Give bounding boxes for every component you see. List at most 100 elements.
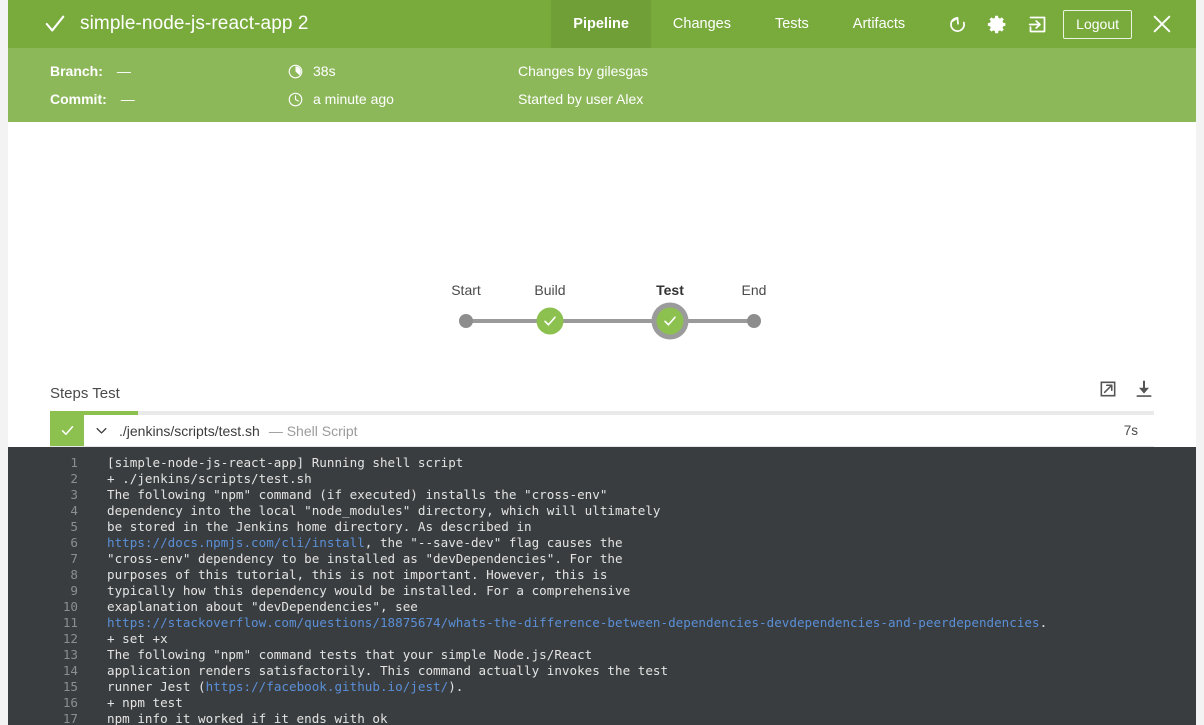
header-left: simple-node-js-react-app 2 xyxy=(8,0,551,48)
stage-node-start[interactable] xyxy=(459,314,473,328)
check-icon xyxy=(663,314,678,329)
tab-pipeline[interactable]: Pipeline xyxy=(551,0,651,48)
stage-node-test[interactable] xyxy=(657,308,684,335)
console-log-line: 2+ ./jenkins/scripts/test.sh xyxy=(8,471,1196,487)
console-log-text: + npm test xyxy=(107,695,183,710)
console-line-number: 5 xyxy=(8,519,78,535)
console-log-line: 5be stored in the Jenkins home directory… xyxy=(8,519,1196,535)
step-duration: 7s xyxy=(1124,415,1154,446)
console-line-text: application renders satisfactorily. This… xyxy=(78,663,1196,679)
step-name: ./jenkins/scripts/test.sh xyxy=(119,423,260,439)
console-line-number: 13 xyxy=(8,647,78,663)
console-log-text: runner Jest ( xyxy=(107,679,206,694)
meta-column-source: Branch: — Commit: — xyxy=(50,62,288,108)
console-log-text: , the "--save-dev" flag causes the xyxy=(365,535,623,550)
step-main[interactable]: ./jenkins/scripts/test.sh — Shell Script xyxy=(84,415,1124,446)
console-log-text: The following "npm" command (if executed… xyxy=(107,487,607,502)
duration-row: 38s xyxy=(288,62,518,80)
stage-label-end: End xyxy=(742,282,767,298)
console-line-number: 6 xyxy=(8,535,78,551)
console-log-text: . xyxy=(1040,615,1048,630)
commit-row: Commit: — xyxy=(50,90,288,108)
tab-changes[interactable]: Changes xyxy=(651,0,753,48)
console-log-line: 9typically how this dependency would be … xyxy=(8,583,1196,599)
console-log-line: 3 The following "npm" command (if execute… xyxy=(8,487,1196,503)
console-log[interactable]: 1 [simple-node-js-react-app] Running shel… xyxy=(8,447,1196,725)
check-icon xyxy=(543,314,558,329)
changes-by-row: Changes by gilesgas xyxy=(518,62,648,80)
logout-arrow-icon xyxy=(1027,14,1048,35)
replay-button[interactable] xyxy=(937,0,977,48)
console-log-line: 10exaplanation about "devDependencies", … xyxy=(8,599,1196,615)
steps-title: Steps Test xyxy=(50,385,120,402)
console-log-link[interactable]: https://stackoverflow.com/questions/1887… xyxy=(107,615,1040,630)
console-log-line: 17npm info it worked if it ends with ok xyxy=(8,711,1196,725)
run-metadata-bar: Branch: — Commit: — 38s a m xyxy=(8,48,1196,122)
console-line-text: The following "npm" command (if executed… xyxy=(78,487,1196,503)
logout-arrow-button[interactable] xyxy=(1017,0,1057,48)
console-log-line: 16 + npm test xyxy=(8,695,1196,711)
clock-icon xyxy=(288,92,303,107)
console-log-line: 11 https://stackoverflow.com/questions/18… xyxy=(8,615,1196,631)
console-log-line: 15 runner Jest (https://facebook.github.i… xyxy=(8,679,1196,695)
console-line-number: 16 xyxy=(8,695,78,711)
tab-artifacts[interactable]: Artifacts xyxy=(831,0,927,48)
page-title: simple-node-js-react-app 2 xyxy=(80,13,309,35)
console-log-line: 1 [simple-node-js-react-app] Running shel… xyxy=(8,455,1196,471)
console-log-text: + ./jenkins/scripts/test.sh xyxy=(107,471,312,486)
console-line-text: + set +x xyxy=(78,631,1196,647)
branch-value: — xyxy=(117,63,131,79)
tab-pipeline-label: Pipeline xyxy=(573,16,629,32)
console-line-number: 4 xyxy=(8,503,78,519)
console-line-number: 12 xyxy=(8,631,78,647)
stage-label-start: Start xyxy=(451,282,481,298)
open-external-icon[interactable] xyxy=(1098,379,1118,399)
console-line-text: [simple-node-js-react-app] Running shell… xyxy=(78,455,1196,471)
logout-button[interactable]: Logout xyxy=(1063,10,1132,39)
meta-column-timing: 38s a minute ago xyxy=(288,62,518,108)
stage-node-build[interactable] xyxy=(537,308,564,335)
console-line-number: 1 xyxy=(8,455,78,471)
settings-button[interactable] xyxy=(977,0,1017,48)
console-line-text: + ./jenkins/scripts/test.sh xyxy=(78,471,1196,487)
stage-node-end[interactable] xyxy=(747,314,761,328)
steps-section: Steps Test xyxy=(8,362,1196,447)
console-line-number: 8 xyxy=(8,567,78,583)
console-line-text: be stored in the Jenkins home directory.… xyxy=(78,519,1196,535)
steps-actions xyxy=(1098,379,1154,402)
console-line-text: typically how this dependency would be i… xyxy=(78,583,1196,599)
gear-icon xyxy=(987,14,1008,35)
console-log-text: [simple-node-js-react-app] Running shell… xyxy=(107,455,463,470)
console-line-number: 15 xyxy=(8,679,78,695)
chevron-down-icon[interactable] xyxy=(95,424,108,437)
console-log-link[interactable]: https://docs.npmjs.com/cli/install xyxy=(107,535,365,550)
stage-label-build: Build xyxy=(534,282,565,298)
console-log-text: dependency into the local "node_modules"… xyxy=(107,503,661,518)
tab-artifacts-label: Artifacts xyxy=(853,16,905,32)
console-log-link[interactable]: https://facebook.github.io/jest/ xyxy=(206,679,449,694)
pipeline-graph: Start Build Test End xyxy=(448,282,778,342)
console-line-number: 3 xyxy=(8,487,78,503)
console-log-line: 14application renders satisfactorily. Th… xyxy=(8,663,1196,679)
commit-value: — xyxy=(121,91,135,107)
console-log-text: exaplanation about "devDependencies", se… xyxy=(107,599,418,614)
console-line-number: 9 xyxy=(8,583,78,599)
download-icon[interactable] xyxy=(1134,379,1154,399)
console-log-text: npm info it worked if it ends with ok xyxy=(107,711,388,725)
console-line-text: The following "npm" command tests that y… xyxy=(78,647,1196,663)
step-status-success xyxy=(50,415,84,446)
step-type: — Shell Script xyxy=(269,423,358,439)
console-line-number: 11 xyxy=(8,615,78,631)
close-button[interactable] xyxy=(1142,0,1182,48)
console-log-text: The following "npm" command tests that y… xyxy=(107,647,592,662)
tab-tests[interactable]: Tests xyxy=(753,0,831,48)
time-ago-value: a minute ago xyxy=(313,91,394,107)
step-row[interactable]: ./jenkins/scripts/test.sh — Shell Script… xyxy=(50,415,1154,447)
branch-row: Branch: — xyxy=(50,62,288,80)
console-line-text: purposes of this tutorial, this is not i… xyxy=(78,567,1196,583)
check-icon xyxy=(60,423,75,438)
console-log-text: ). xyxy=(448,679,463,694)
console-line-text: https://docs.npmjs.com/cli/install, the … xyxy=(78,535,1196,551)
console-line-text: exaplanation about "devDependencies", se… xyxy=(78,599,1196,615)
console-log-line: 12+ set +x xyxy=(8,631,1196,647)
